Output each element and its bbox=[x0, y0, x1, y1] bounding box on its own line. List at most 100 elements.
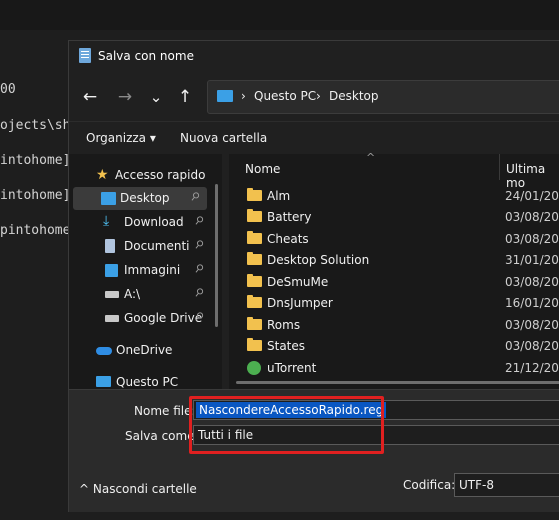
nav-item-label: Download bbox=[124, 215, 184, 229]
breadcrumb-desktop[interactable]: Desktop bbox=[329, 89, 379, 103]
nav-item-onedrive[interactable]: OneDrive bbox=[69, 339, 209, 362]
dialog-title: Salva con nome bbox=[98, 49, 194, 63]
file-name: DnsJumper bbox=[267, 296, 333, 310]
file-name: Alm bbox=[267, 189, 291, 203]
nav-item-label: Immagini bbox=[124, 263, 181, 277]
images-icon bbox=[105, 264, 118, 277]
file-date: 03/08/202 bbox=[505, 275, 559, 289]
file-name: Desktop Solution bbox=[267, 253, 370, 267]
file-date: 31/01/202 bbox=[505, 253, 559, 267]
encoding-label: Codifica: bbox=[403, 478, 456, 492]
pin-icon: ⚲ bbox=[191, 212, 207, 229]
column-header-name[interactable]: Nome bbox=[245, 162, 280, 176]
file-name: DeSmuMe bbox=[267, 275, 329, 289]
pin-icon: ⚲ bbox=[191, 236, 207, 253]
address-bar[interactable]: › Questo PC › Desktop bbox=[207, 80, 559, 114]
drive-icon bbox=[105, 291, 119, 298]
filetype-label: Salva come: bbox=[125, 429, 199, 443]
command-bar: Organizza ▾ Nuova cartella bbox=[69, 121, 559, 154]
computer-icon bbox=[217, 90, 233, 102]
file-row[interactable]: States 03/08/202 bbox=[229, 336, 559, 357]
file-row[interactable]: DeSmuMe 03/08/202 bbox=[229, 272, 559, 293]
star-icon: ★ bbox=[96, 167, 109, 183]
folder-icon bbox=[247, 295, 262, 308]
editor-line: intohome] bbox=[0, 153, 71, 168]
file-row[interactable]: DnsJumper 16/01/202 bbox=[229, 293, 559, 314]
computer-icon bbox=[96, 376, 111, 387]
file-date: 24/01/202 bbox=[505, 189, 559, 203]
editor-line: intohome] bbox=[0, 188, 71, 203]
nav-item-desktop[interactable]: Desktop ⚲ bbox=[73, 187, 207, 210]
column-separator[interactable] bbox=[499, 154, 500, 180]
download-icon: ⤓ bbox=[103, 213, 110, 229]
file-row[interactable]: Alm 24/01/202 bbox=[229, 186, 559, 207]
file-row[interactable]: uTorrent 21/12/202 bbox=[229, 358, 559, 379]
folder-icon bbox=[247, 209, 262, 222]
pin-icon: ⚲ bbox=[187, 188, 203, 205]
highlight-annotation bbox=[189, 396, 384, 454]
back-button[interactable]: ← bbox=[79, 86, 101, 108]
dialog-titlebar: Salva con nome bbox=[69, 41, 559, 71]
nav-item-download[interactable]: ⤓ Download ⚲ bbox=[69, 211, 209, 234]
nav-item-label: A:\ bbox=[124, 287, 141, 301]
notepad-icon bbox=[79, 48, 91, 63]
file-name: Battery bbox=[267, 210, 312, 224]
documents-icon bbox=[105, 239, 115, 253]
nav-item-label: Desktop bbox=[120, 191, 170, 205]
nav-item-images[interactable]: Immagini ⚲ bbox=[69, 259, 209, 282]
horizontal-scrollbar[interactable] bbox=[236, 381, 559, 384]
file-date: 16/01/202 bbox=[505, 296, 559, 310]
up-button[interactable]: ↑ bbox=[174, 86, 196, 108]
breadcrumb-separator: › bbox=[241, 89, 246, 103]
recent-locations-button[interactable]: ⌄ bbox=[145, 86, 167, 108]
encoding-select[interactable]: UTF-8 bbox=[454, 473, 559, 497]
nav-item-quick-access[interactable]: ★ Accesso rapido bbox=[69, 164, 209, 187]
encoding-value: UTF-8 bbox=[459, 478, 494, 492]
file-list: Nome ^ Ultima mo Alm 24/01/202 Battery 0… bbox=[229, 151, 559, 389]
sort-ascending-icon: ^ bbox=[366, 151, 376, 164]
filename-label: Nome file: bbox=[134, 404, 196, 418]
breadcrumb-questo-pc[interactable]: Questo PC bbox=[254, 89, 316, 103]
file-name: uTorrent bbox=[267, 361, 317, 375]
pin-icon: ⚲ bbox=[191, 260, 207, 277]
nav-item-label: Documenti bbox=[124, 239, 190, 253]
folder-icon bbox=[247, 338, 262, 351]
file-row[interactable]: Roms 03/08/202 bbox=[229, 315, 559, 336]
navigation-scrollbar[interactable] bbox=[215, 184, 218, 327]
folder-icon bbox=[247, 252, 262, 265]
navigation-bar: ← → ⌄ ↑ › Questo PC › Desktop bbox=[69, 71, 559, 121]
organize-button[interactable]: Organizza ▾ bbox=[86, 131, 156, 145]
nav-item-label: Google Drive bbox=[124, 311, 203, 325]
nav-item-drive-a[interactable]: A:\ ⚲ bbox=[69, 283, 209, 306]
nav-item-label: OneDrive bbox=[116, 343, 173, 357]
background-top-band bbox=[0, 0, 559, 30]
folder-icon bbox=[247, 274, 262, 287]
nav-item-label: Questo PC bbox=[116, 375, 179, 389]
file-date: 21/12/202 bbox=[505, 361, 559, 375]
hide-folders-toggle[interactable]: ^ Nascondi cartelle bbox=[79, 482, 197, 496]
editor-line: 00 bbox=[0, 82, 16, 97]
nav-item-google-drive[interactable]: Google Drive ⚲ bbox=[69, 307, 209, 330]
file-row[interactable]: Desktop Solution 31/01/202 bbox=[229, 250, 559, 271]
forward-button[interactable]: → bbox=[114, 86, 136, 108]
file-date: 03/08/202 bbox=[505, 318, 559, 332]
folder-icon bbox=[247, 188, 262, 201]
file-row[interactable]: Cheats 03/08/202 bbox=[229, 229, 559, 250]
file-row[interactable]: Battery 03/08/202 bbox=[229, 207, 559, 228]
cloud-drive-icon bbox=[105, 315, 119, 322]
editor-line: pintohome] bbox=[0, 223, 79, 238]
pin-icon: ⚲ bbox=[191, 284, 207, 301]
new-folder-button[interactable]: Nuova cartella bbox=[180, 131, 267, 145]
file-name: States bbox=[267, 339, 306, 353]
folder-icon bbox=[247, 317, 262, 330]
nav-item-documents[interactable]: Documenti ⚲ bbox=[69, 235, 209, 258]
nav-item-label: Accesso rapido bbox=[115, 168, 206, 182]
utorrent-icon bbox=[247, 361, 261, 375]
breadcrumb-separator: › bbox=[316, 89, 321, 103]
file-date: 03/08/202 bbox=[505, 232, 559, 246]
file-name: Roms bbox=[267, 318, 301, 332]
navigation-pane: ★ Accesso rapido Desktop ⚲ ⤓ Download ⚲ … bbox=[69, 154, 222, 389]
editor-line: ojects\she bbox=[0, 118, 79, 133]
file-date: 03/08/202 bbox=[505, 210, 559, 224]
onedrive-icon bbox=[96, 347, 112, 355]
